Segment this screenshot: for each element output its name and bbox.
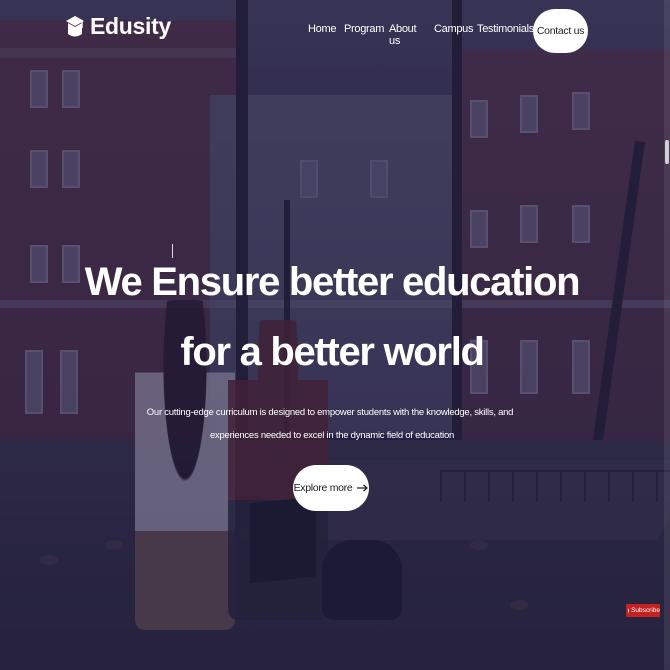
- page-scrollbar[interactable]: [664, 0, 670, 670]
- explore-more-label: Explore more: [293, 482, 353, 494]
- youtube-play-icon: [628, 607, 630, 614]
- explore-more-button[interactable]: Explore more: [293, 465, 369, 511]
- brand-name: Edusity: [90, 13, 171, 39]
- arrow-right-icon: [357, 484, 369, 492]
- hero-title-line2: for a better world: [0, 330, 670, 375]
- graduation-cap-icon: [66, 15, 84, 36]
- nav-item-program[interactable]: Program: [344, 23, 384, 35]
- text-cursor: [172, 244, 173, 258]
- nav-item-home[interactable]: Home: [308, 23, 336, 35]
- subscribe-button[interactable]: Subscribe: [626, 604, 660, 617]
- contact-us-button[interactable]: Contact us: [533, 9, 588, 53]
- nav-item-about[interactable]: About us: [389, 23, 417, 47]
- hero-subtitle-line2: experiences needed to excel in the dynam…: [209, 430, 455, 441]
- nav-item-campus[interactable]: Campus: [434, 23, 473, 35]
- scrollbar-thumb[interactable]: [665, 140, 669, 164]
- hero-title-line1: We Ensure better education: [0, 260, 670, 305]
- brand-logo[interactable]: Edusity: [66, 13, 171, 40]
- navbar: Edusity Home Program About us Campus Tes…: [0, 0, 670, 62]
- hero-title-line1-text: We Ensure better education: [84, 260, 581, 304]
- subscribe-label: Subscribe: [631, 607, 660, 614]
- nav-item-testimonials[interactable]: Testimonials: [477, 23, 534, 35]
- hero-title-line2-text: for a better world: [180, 330, 485, 374]
- hero-subtitle-line1: Our cutting-edge curriculum is designed …: [146, 407, 514, 418]
